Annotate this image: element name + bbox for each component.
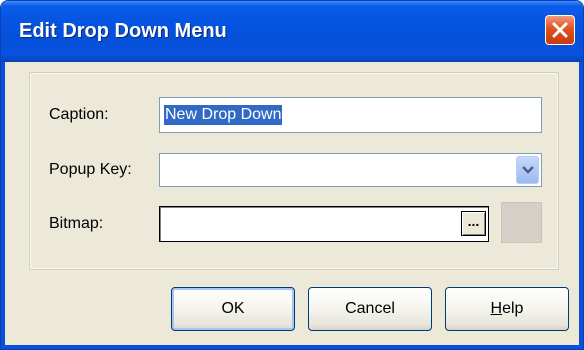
window-frame-bottom: [1, 345, 583, 349]
title-bar[interactable]: Edit Drop Down Menu: [1, 1, 583, 62]
bitmap-label: Bitmap:: [49, 215, 104, 232]
popup-key-select[interactable]: [159, 153, 542, 187]
cancel-button[interactable]: Cancel: [308, 287, 432, 331]
bitmap-preview: [501, 202, 542, 243]
close-icon: [552, 22, 568, 38]
bitmap-browse-button[interactable]: ...: [461, 211, 486, 236]
ok-button[interactable]: OK: [171, 287, 295, 331]
edit-drop-down-menu-dialog: Edit Drop Down Menu Caption: New Drop Do…: [0, 0, 584, 350]
window-frame-right: [579, 62, 583, 349]
chevron-down-icon: [522, 166, 534, 174]
popup-key-label: Popup Key:: [49, 161, 132, 178]
help-mnemonic: H: [490, 300, 503, 317]
dialog-title: Edit Drop Down Menu: [19, 20, 227, 42]
help-label-rest: elp: [502, 300, 524, 317]
bitmap-input[interactable]: [159, 206, 489, 242]
help-button[interactable]: Help: [445, 287, 569, 331]
caption-label: Caption:: [49, 106, 109, 123]
close-button[interactable]: [545, 15, 575, 45]
window-frame-left: [1, 62, 5, 349]
caption-input[interactable]: New Drop Down: [159, 97, 542, 133]
popup-key-dropdown-button[interactable]: [516, 156, 539, 184]
caption-value: New Drop Down: [164, 105, 283, 125]
